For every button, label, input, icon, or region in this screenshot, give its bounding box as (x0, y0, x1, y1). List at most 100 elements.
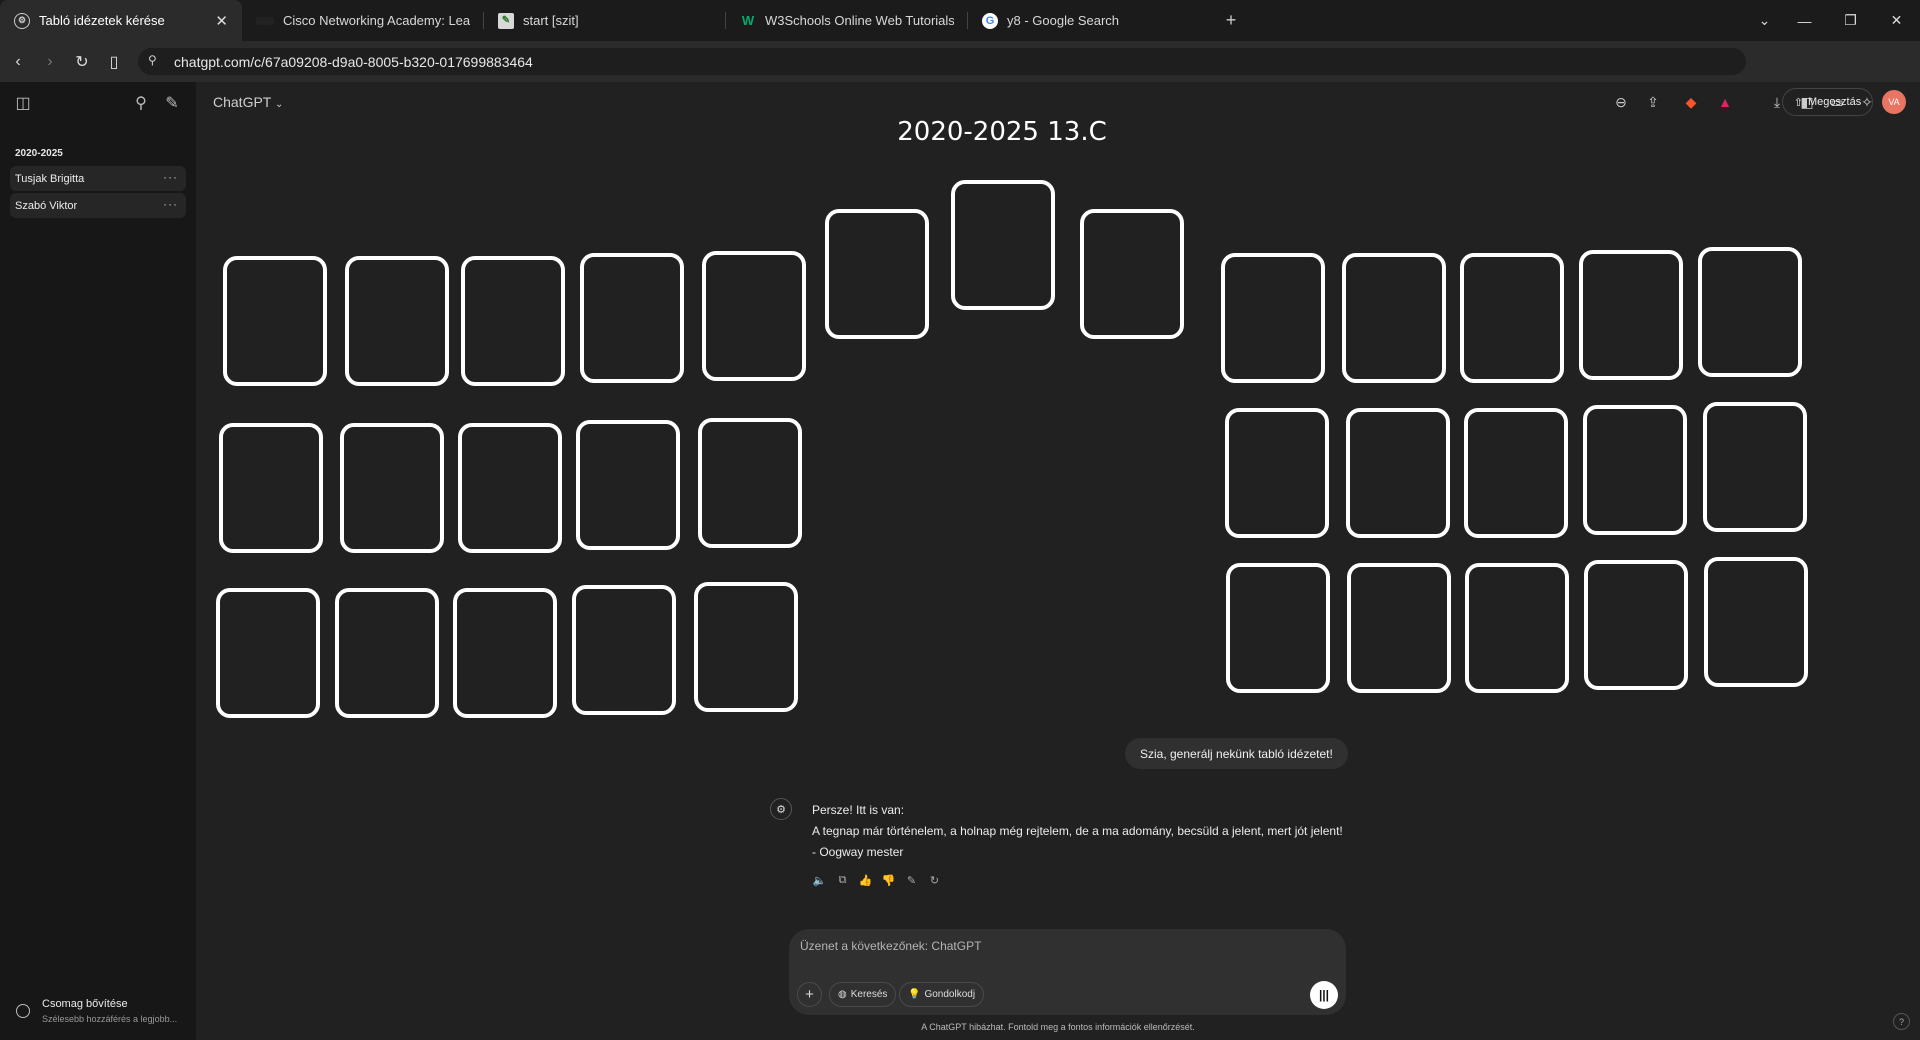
photo-frame (1704, 557, 1808, 687)
sidebar: ◫ ⚲ ✎ 2020-2025 Tusjak Brigitta ··· Szab… (0, 82, 196, 1040)
google-icon: G (982, 12, 998, 29)
tab-title: y8 - Google Search (1007, 13, 1120, 28)
tablo-drawing: 2020-2025 13.C (216, 117, 1808, 718)
photo-frame (1080, 209, 1184, 339)
regenerate-icon[interactable]: ↻ (927, 873, 942, 888)
attach-button[interactable]: + (797, 982, 822, 1007)
photo-frame (1579, 250, 1683, 380)
chatgpt-icon: ⚙ (14, 12, 30, 29)
cisco-icon (256, 16, 274, 25)
search-label: Keresés (850, 989, 888, 1000)
copy-icon[interactable]: ⧉ (835, 873, 850, 888)
photo-frame (1342, 253, 1446, 383)
new-tab-button[interactable]: + (1216, 10, 1246, 31)
chat-label: Szabó Viktor (15, 199, 78, 212)
chatgpt-logo-icon: ⚙ (770, 798, 792, 820)
reload-button[interactable]: ↻ (68, 48, 96, 76)
lightbulb-icon: 💡 (908, 989, 921, 1000)
photo-frame (825, 209, 929, 339)
photo-frame (216, 588, 320, 718)
tab-title: start [szit] (523, 13, 579, 28)
photo-frames (216, 180, 1808, 718)
read-aloud-icon[interactable]: 🔈 (812, 873, 827, 888)
more-options-icon[interactable]: ··· (163, 197, 178, 211)
help-icon[interactable]: ? (1893, 1013, 1910, 1030)
think-button[interactable]: 💡 Gondolkodj (899, 982, 985, 1007)
forward-button[interactable]: › (36, 48, 64, 76)
photo-frame (1225, 408, 1329, 538)
w3schools-icon: W (741, 13, 755, 28)
tablo-title: 2020-2025 13.C (897, 117, 1107, 147)
photo-frame (340, 423, 444, 553)
edit-canvas-icon[interactable]: ✎ (904, 873, 919, 888)
history-group-label: 2020-2025 (15, 148, 63, 159)
tab-list-chevron-icon[interactable]: ⌄ (1742, 0, 1787, 41)
photo-frame (461, 256, 565, 386)
restore-button[interactable]: ❐ (1828, 0, 1873, 41)
back-button[interactable]: ‹ (4, 48, 32, 76)
chevron-down-icon: ⌄ (275, 99, 284, 110)
avatar[interactable]: VA (1882, 90, 1906, 114)
photo-frame (1221, 253, 1325, 383)
url-field[interactable]: ⚲ chatgpt.com/c/67a09208-d9a0-8005-b320-… (138, 48, 1746, 75)
reply-line: - Oogway mester (812, 845, 904, 859)
photo-frame (1460, 253, 1564, 383)
site-info-icon[interactable]: ⚲ (148, 53, 157, 67)
more-options-icon[interactable]: ··· (163, 170, 178, 184)
thumbs-up-icon[interactable]: 👍 (858, 873, 873, 888)
chat-label: Tusjak Brigitta (15, 172, 85, 185)
tab-w3schools[interactable]: W W3Schools Online Web Tutorials (726, 0, 968, 41)
message-composer: Üzenet a következőnek: ChatGPT + ◍ Keresé… (789, 929, 1346, 1015)
bookmark-icon[interactable]: ▯ (100, 48, 128, 76)
close-sidebar-icon[interactable]: ◫ (12, 92, 34, 114)
photo-frame (345, 256, 449, 386)
address-bar: ‹ › ↻ ▯ ⚲ chatgpt.com/c/67a09208-d9a0-80… (0, 41, 1920, 110)
tab-chatgpt[interactable]: ⚙ Tabló idézetek kérése ✕ (0, 0, 242, 41)
tab-google[interactable]: G y8 - Google Search (968, 0, 1210, 41)
sidebar-chat-szabo[interactable]: Szabó Viktor ··· (10, 193, 186, 218)
thumbs-down-icon[interactable]: 👎 (881, 873, 896, 888)
sidebar-chat-tusjak[interactable]: Tusjak Brigitta ··· (10, 166, 186, 191)
think-label: Gondolkodj (924, 989, 976, 1000)
tab-title: W3Schools Online Web Tutorials (765, 13, 954, 28)
szit-icon: ✎ (498, 12, 514, 29)
photo-frame (1703, 402, 1807, 532)
photo-frame (1698, 247, 1802, 377)
minimize-button[interactable]: — (1782, 0, 1827, 41)
message-actions: 🔈 ⧉ 👍 👎 ✎ ↻ (812, 873, 942, 888)
photo-frame (576, 420, 680, 550)
model-selector[interactable]: ChatGPT ⌄ (213, 94, 283, 110)
photo-frame (1347, 563, 1451, 693)
close-window-button[interactable]: ✕ (1874, 0, 1919, 41)
user-message-text: Szia, generálj nekünk tabló idézetet! (1140, 746, 1333, 761)
tab-cisco[interactable]: Cisco Networking Academy: Learn C (242, 0, 484, 41)
share-icon: ⇧ (1793, 96, 1803, 109)
reply-line: A tegnap már történelem, a holnap még re… (812, 824, 1343, 838)
photo-frame (453, 588, 557, 718)
photo-frame (951, 180, 1055, 310)
search-button[interactable]: ◍ Keresés (829, 982, 897, 1007)
reply-line: Persze! Itt is van: (812, 803, 905, 817)
message-input[interactable]: Üzenet a következőnek: ChatGPT (800, 939, 981, 953)
photo-frame (1226, 563, 1330, 693)
model-label: ChatGPT (213, 94, 272, 110)
photo-frame (223, 256, 327, 386)
photo-frame (335, 588, 439, 718)
photo-frame (458, 423, 562, 553)
upgrade-title: Csomag bővítése (42, 998, 128, 1010)
user-message: Szia, generálj nekünk tabló idézetet! (1125, 738, 1348, 769)
tab-title: Tabló idézetek kérése (39, 13, 165, 28)
search-icon[interactable]: ⚲ (130, 92, 152, 114)
photo-frame (702, 251, 806, 381)
assistant-message: Persze! Itt is van: A tegnap már történe… (812, 800, 1343, 863)
new-chat-icon[interactable]: ✎ (161, 92, 183, 114)
tab-szit[interactable]: ✎ start [szit] (484, 0, 726, 41)
photo-frame (1346, 408, 1450, 538)
voice-mode-button[interactable]: ||| (1310, 981, 1338, 1009)
close-tab-icon[interactable]: ✕ (215, 12, 228, 30)
share-label: Megosztás (1808, 96, 1862, 108)
generated-tablo-image: 2020-2025 13.C (210, 110, 1840, 730)
globe-icon: ◍ (838, 989, 847, 1000)
photo-frame (1583, 405, 1687, 535)
photo-frame (1584, 560, 1688, 690)
